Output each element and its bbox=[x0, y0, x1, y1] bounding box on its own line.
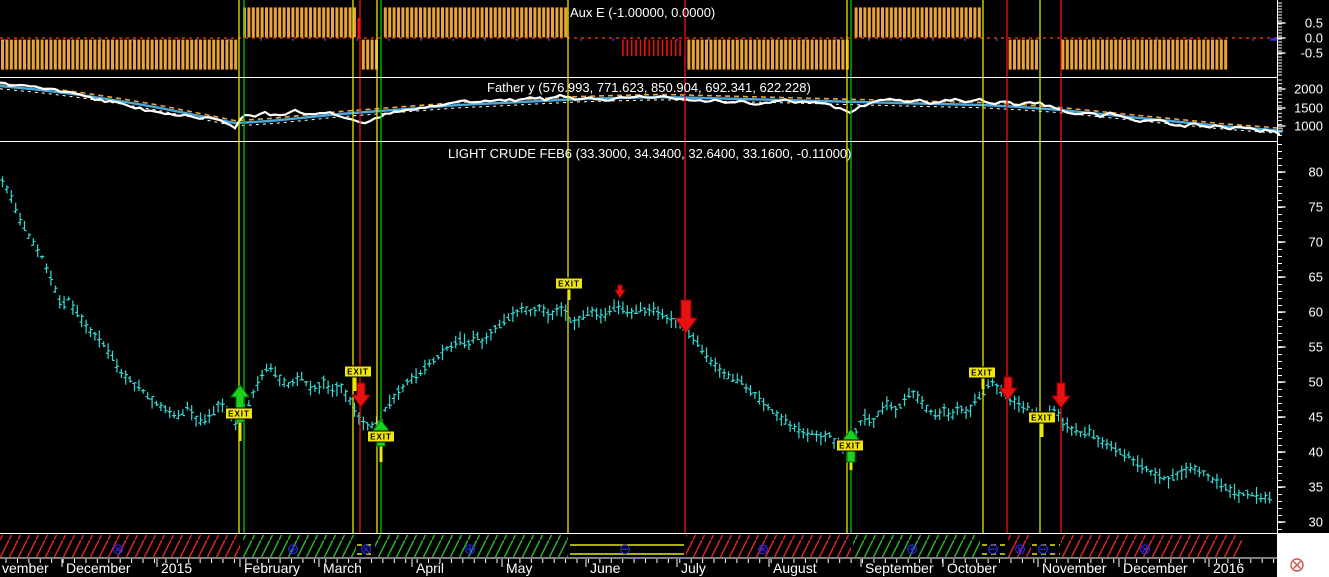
strip-state-icon: ⊗ bbox=[1014, 541, 1027, 558]
aux-indicator-title: Aux E (-1.00000, 0.0000) bbox=[570, 5, 716, 20]
strip-state-icon: ⊗ bbox=[757, 541, 770, 558]
strip-state-icon: ⊖ bbox=[987, 541, 1000, 558]
chart-window: ⊗⊕⊗⊕⊖⊗⊕⊖⊗⊖⊗vemberDecember2015FebruaryMar… bbox=[0, 0, 1329, 577]
strip-state-icon: ⊗ bbox=[360, 541, 373, 558]
price-chart-surface[interactable] bbox=[0, 142, 1277, 533]
strip-state-icon: ⊕ bbox=[287, 541, 300, 558]
father-indicator-title: Father y (576.993, 771.623, 850.904, 692… bbox=[487, 80, 811, 95]
strip-down-segment bbox=[1061, 535, 1242, 557]
strip-state-icon: ⊖ bbox=[1037, 541, 1050, 558]
strip-up-segment bbox=[243, 535, 356, 557]
time-axis-drag-area[interactable] bbox=[0, 559, 1277, 577]
strip-state-icon: ⊗ bbox=[112, 541, 125, 558]
strip-state-icon: ⊕ bbox=[464, 541, 477, 558]
price-axis-drag-area[interactable] bbox=[1278, 0, 1329, 533]
strip-state-icon: ⊗ bbox=[1139, 541, 1152, 558]
price-series-title: LIGHT CRUDE FEB6 (33.3000, 34.3400, 32.6… bbox=[448, 146, 852, 161]
axis-corner-box bbox=[1278, 534, 1329, 577]
strip-state-icon: ⊕ bbox=[906, 541, 919, 558]
strip-state-icon: ⊖ bbox=[619, 541, 632, 558]
